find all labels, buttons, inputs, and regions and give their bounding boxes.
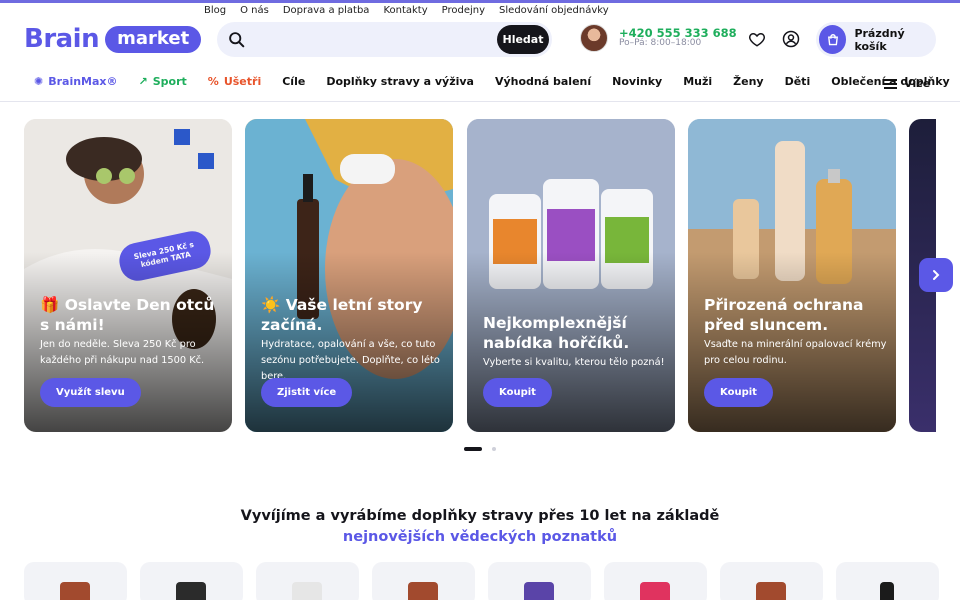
category-tile[interactable] [720,562,823,600]
carousel-next-button[interactable] [919,258,953,292]
top-link-contacts[interactable]: Kontakty [383,5,427,16]
nav-item-doplnky[interactable]: Doplňky stravy a výživa [326,75,474,88]
nav-item-usetri[interactable]: % Ušetři [208,75,261,88]
product-bottle-image [640,582,670,600]
product-category-row [24,562,939,600]
product-jar-image [292,582,322,600]
headline-line-1: Vyvíjíme a vyrábíme doplňky stravy přes … [240,508,720,524]
category-tile[interactable] [836,562,939,600]
nav-item-sport[interactable]: ↗ Sport [139,75,187,88]
product-dropper-image [880,582,894,600]
banner-cta-button[interactable]: Využít slevu [40,378,141,407]
main-nav: ✺ BrainMax® ↗ Sport % Ušetři Cíle Doplňk… [34,75,960,88]
nav-item-muzi[interactable]: Muži [683,75,712,88]
top-accent-line [0,0,960,3]
header-divider [0,101,960,102]
category-tile[interactable] [256,562,359,600]
category-tile[interactable] [140,562,243,600]
product-jar-image [60,582,90,600]
product-pack-image [524,582,554,600]
nav-item-deti[interactable]: Děti [785,75,811,88]
banner-title: Přirozená ochrana před sluncem. [704,296,864,335]
nav-more-button[interactable]: Více [884,77,930,90]
banner-cta-button[interactable]: Koupit [704,378,773,407]
nav-item-brainmax[interactable]: ✺ BrainMax® [34,75,118,88]
banner-description: Vsaďte na minerální opalovací krémy pro … [704,339,887,367]
search-input[interactable] [257,30,497,50]
brainmax-icon: ✺ [34,75,44,88]
customer-support[interactable]: +420 555 333 688 Po–Pá: 8:00–18:00 [580,24,737,52]
banner-card[interactable]: ☀️ Vaše letní story začíná. Hydratace, o… [245,119,453,432]
nav-item-label: Sport [152,75,187,88]
carousel-dot-active[interactable] [464,447,482,451]
banner-card[interactable]: Sleva 250 Kč s kódem TATA 🎁 Oslavte Den … [24,119,232,432]
heart-icon[interactable] [748,30,766,48]
user-icon[interactable] [782,30,800,48]
banner-cta-button[interactable]: Zjistit více [261,378,353,407]
banner-description: Jen do neděle. Sleva 250 Kč pro každého … [40,339,205,367]
chevron-right-icon [933,270,940,280]
top-link-order-tracking[interactable]: Sledování objednávky [499,5,609,16]
cart-icon [819,25,847,54]
banner-cta-button[interactable]: Koupit [483,378,552,407]
support-hours: Po–Pá: 8:00–18:00 [619,38,702,49]
cart-label: Prázdný košík [854,26,905,53]
top-links: Blog O nás Doprava a platba Kontakty Pro… [204,5,623,16]
top-link-blog[interactable]: Blog [204,5,226,16]
support-avatar [580,24,608,52]
headline-line-2: nejnovějších vědeckých poznatků [342,528,618,545]
category-tile[interactable] [372,562,475,600]
top-link-about[interactable]: O nás [240,5,269,16]
banner-title: Nejkomplexnější nabídka hořčíků. [483,314,630,353]
menu-icon [884,78,897,89]
nav-item-novinky[interactable]: Novinky [612,75,662,88]
carousel-pagination [464,447,496,451]
logo-pill: market [105,25,202,53]
search-icon [229,32,245,48]
trend-arrow-icon: ↗ [138,75,148,88]
percent-icon: % [207,75,219,88]
banner-description: Vyberte si kvalitu, kterou tělo pozná! [483,357,665,368]
cart-button[interactable]: Prázdný košík [816,22,936,57]
nav-item-label: BrainMax® [48,75,118,88]
logo-text: Brain [24,24,100,54]
product-pack-image [176,582,206,600]
product-jar-image [756,582,786,600]
nav-item-vyhodna-baleni[interactable]: Výhodná balení [495,75,591,88]
search-button[interactable]: Hledat [497,25,549,54]
logo[interactable]: Brain market [24,24,202,54]
category-tile[interactable] [24,562,127,600]
category-tile[interactable] [604,562,707,600]
banner-title: ☀️ Vaše letní story začíná. [261,296,423,335]
search-bar: Hledat [217,22,552,57]
banner-title: 🎁 Oslavte Den otců s námi! [40,296,215,335]
category-tile[interactable] [488,562,591,600]
nav-item-zeny[interactable]: Ženy [733,75,763,88]
section-headline: Vyvíjíme a vyrábíme doplňky stravy přes … [0,506,960,547]
product-jar-image [408,582,438,600]
banner-card[interactable]: Přirozená ochrana před sluncem. Vsaďte n… [688,119,896,432]
carousel-dot[interactable] [492,447,496,451]
top-link-stores[interactable]: Prodejny [442,5,485,16]
banner-card[interactable]: Nejkomplexnější nabídka hořčíků. Vyberte… [467,119,675,432]
banner-carousel: Sleva 250 Kč s kódem TATA 🎁 Oslavte Den … [24,119,936,432]
nav-item-cile[interactable]: Cíle [282,75,305,88]
nav-item-label: Ušetři [223,75,262,88]
nav-more-label: Více [904,77,931,90]
top-link-shipping[interactable]: Doprava a platba [283,5,370,16]
